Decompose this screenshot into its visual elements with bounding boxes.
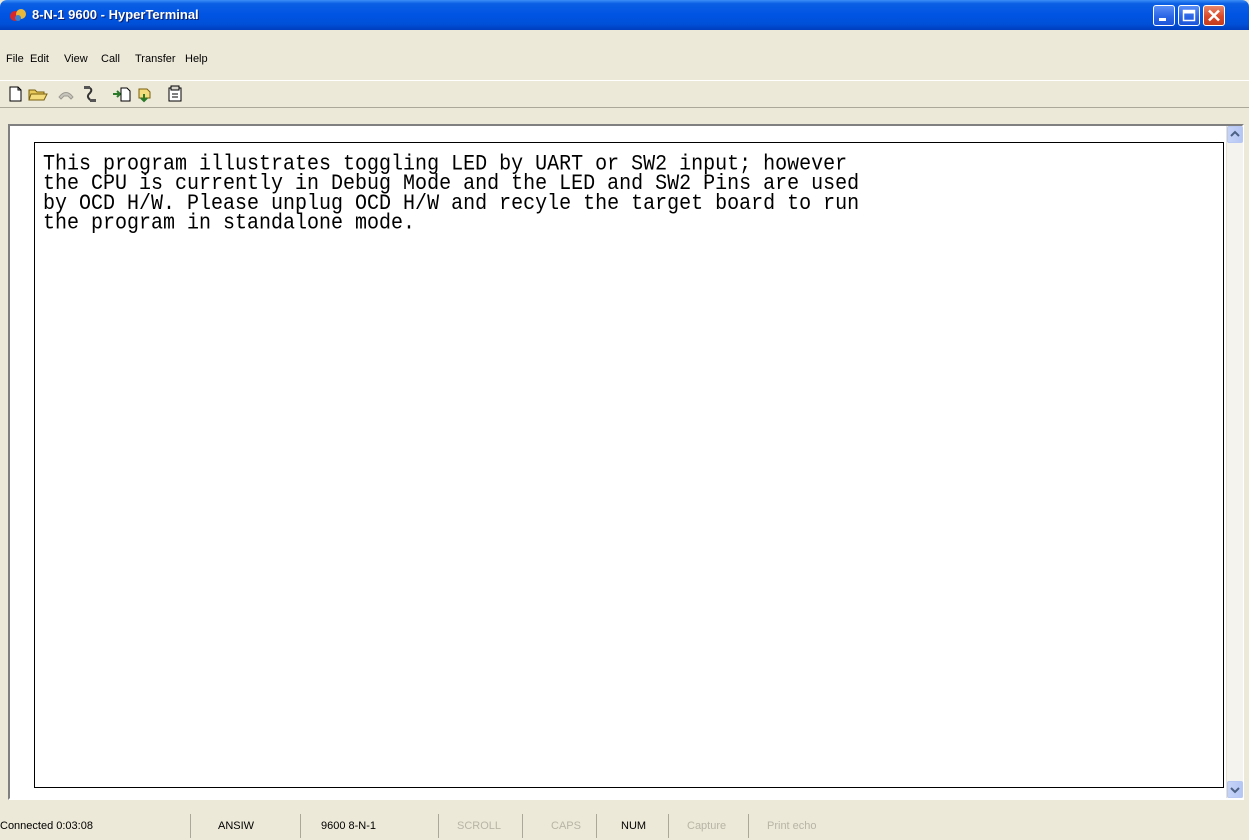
disconnected-phone-icon[interactable] (56, 85, 76, 103)
minimize-button[interactable] (1153, 5, 1175, 26)
print-echo-status: Print echo (748, 814, 817, 838)
scroll-up-button[interactable] (1227, 126, 1243, 143)
vertical-scrollbar[interactable] (1226, 126, 1243, 798)
open-folder-icon[interactable] (28, 85, 48, 103)
title-bar[interactable]: 8-N-1 9600 - HyperTerminal (0, 0, 1249, 30)
menu-call[interactable]: Call (101, 52, 120, 66)
menu-edit[interactable]: Edit (30, 52, 49, 66)
capture-status: Capture (668, 814, 726, 838)
close-button[interactable] (1203, 5, 1225, 26)
maximize-button[interactable] (1178, 5, 1200, 26)
port-settings-status: 9600 8-N-1 (300, 814, 376, 838)
terminal-panel: This program illustrates toggling LED by… (8, 124, 1244, 800)
terminal-screen[interactable]: This program illustrates toggling LED by… (34, 142, 1224, 788)
terminal-line: the program in standalone mode. (43, 211, 416, 237)
toolbar (0, 80, 1249, 108)
emulation-status: ANSIW (190, 814, 254, 838)
hyperterminal-window: 8-N-1 9600 - HyperTerminal File Edit Vie… (0, 0, 1249, 840)
menu-transfer[interactable]: Transfer (135, 52, 176, 66)
chevron-down-icon (1230, 787, 1240, 794)
menu-view[interactable]: View (64, 52, 88, 66)
send-file-icon[interactable] (112, 85, 132, 103)
menu-file[interactable]: File (6, 52, 24, 66)
new-document-icon[interactable] (6, 85, 26, 103)
terminal-output: This program illustrates toggling LED by… (43, 153, 859, 237)
properties-icon[interactable] (166, 85, 186, 103)
scroll-lock-status: SCROLL (438, 814, 501, 838)
caps-lock-status: CAPS (522, 814, 581, 838)
menu-bar: File Edit View Call Transfer Help (0, 50, 1249, 70)
hyperterminal-icon[interactable] (9, 7, 27, 23)
phone-hangup-icon[interactable] (80, 85, 100, 103)
num-lock-status: NUM (596, 814, 646, 838)
menu-help[interactable]: Help (185, 52, 208, 66)
chevron-up-icon (1230, 130, 1240, 137)
status-bar: Connected 0:03:08 ANSIW 9600 8-N-1 SCROL… (0, 810, 1249, 840)
receive-file-icon[interactable] (136, 85, 156, 103)
connection-status: Connected 0:03:08 (0, 820, 93, 832)
scroll-down-button[interactable] (1227, 781, 1243, 798)
window-title: 8-N-1 9600 - HyperTerminal (32, 7, 199, 22)
